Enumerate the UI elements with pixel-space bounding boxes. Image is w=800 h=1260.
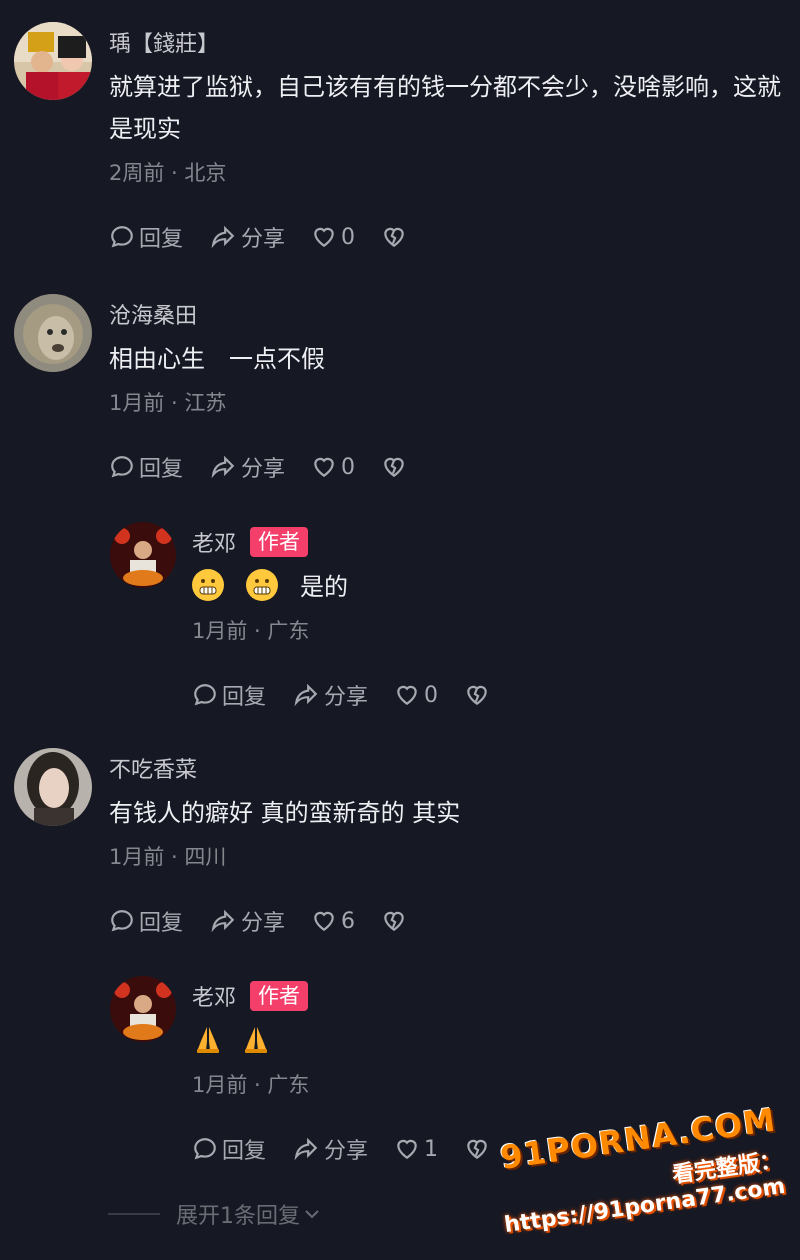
author-badge: 作者	[250, 527, 309, 557]
reply-button[interactable]: 回复	[109, 905, 183, 937]
reply-label: 回复	[139, 457, 184, 482]
share-button[interactable]: 分享	[209, 905, 285, 937]
comment-meta: 1月前 · 广东	[192, 1073, 310, 1097]
like-count: 0	[341, 224, 356, 250]
comment-bubble-icon	[194, 684, 216, 706]
expand-replies-button[interactable]: 展开1条回复	[108, 1198, 322, 1230]
comment-bubble-icon	[111, 456, 133, 478]
like-button[interactable]: 0	[311, 454, 355, 480]
like-button[interactable]: 1	[394, 1136, 438, 1162]
share-label: 分享	[324, 685, 369, 710]
heart-icon	[314, 911, 334, 931]
username[interactable]: 老邓	[192, 980, 236, 1012]
comment-actions: 回复 分享 0	[192, 678, 786, 712]
share-arrow-icon	[211, 225, 235, 249]
like-count: 0	[424, 682, 439, 708]
heart-icon	[397, 685, 417, 705]
reply-button[interactable]: 回复	[192, 679, 266, 711]
comment-text	[192, 1020, 786, 1062]
comment-bubble-icon	[111, 910, 133, 932]
share-label: 分享	[241, 911, 286, 936]
comment-meta: 2周前 · 北京	[109, 161, 227, 185]
heart-icon	[314, 227, 334, 247]
heart-icon	[397, 1139, 417, 1159]
reply-label: 回复	[139, 911, 184, 936]
divider	[108, 1213, 160, 1215]
dislike-button[interactable]	[381, 224, 411, 250]
username[interactable]: 不吃香菜	[109, 752, 197, 784]
like-button[interactable]: 0	[311, 224, 355, 250]
broken-heart-icon	[467, 685, 487, 705]
praying-hands-emoji-icon	[192, 1023, 224, 1055]
avatar[interactable]	[14, 294, 92, 372]
share-label: 分享	[324, 1139, 369, 1164]
avatar[interactable]	[14, 22, 92, 100]
share-label: 分享	[241, 457, 286, 482]
comment-actions: 回复 分享 6	[109, 904, 786, 938]
reply-button[interactable]: 回复	[109, 221, 183, 253]
comment-text: 有钱人的癖好 真的蛮新奇的 其实	[109, 799, 461, 827]
avatar[interactable]	[110, 522, 176, 588]
comment-text: 就算进了监狱，自己该有有的钱一分都不会少，没啥影响，这就是现实	[109, 73, 781, 143]
share-button[interactable]: 分享	[209, 451, 285, 483]
avatar[interactable]	[110, 976, 176, 1042]
expand-label: 展开1条回复	[176, 1204, 300, 1229]
comment-list: 瑀【錢莊】 就算进了监狱，自己该有有的钱一分都不会少，没啥影响，这就是现实 2周…	[0, 0, 800, 1260]
reply-button[interactable]: 回复	[192, 1133, 266, 1165]
comment-meta: 1月前 · 广东	[192, 619, 310, 643]
username[interactable]: 老邓	[192, 526, 236, 558]
reply-button[interactable]: 回复	[109, 451, 183, 483]
comment-text: 是的	[192, 566, 786, 608]
like-button[interactable]: 0	[394, 682, 438, 708]
comment-actions: 回复 分享 0	[109, 220, 786, 254]
avatar[interactable]	[14, 748, 92, 826]
share-label: 分享	[241, 227, 286, 252]
like-button[interactable]: 6	[311, 908, 355, 934]
like-count: 0	[341, 454, 356, 480]
reply-label: 回复	[222, 1139, 267, 1164]
dislike-button[interactable]	[381, 908, 411, 934]
comment-text-content: 是的	[300, 573, 348, 601]
chevron-down-icon	[305, 1210, 319, 1219]
comment-bubble-icon	[111, 226, 133, 248]
username[interactable]: 沧海桑田	[109, 298, 197, 330]
heart-icon	[314, 457, 334, 477]
grimacing-emoji-icon	[192, 569, 224, 601]
share-arrow-icon	[294, 1137, 318, 1161]
comment-text: 相由心生 一点不假	[109, 345, 325, 373]
praying-hands-emoji-icon	[240, 1023, 272, 1055]
broken-heart-icon	[384, 911, 404, 931]
like-count: 6	[341, 908, 356, 934]
author-badge: 作者	[250, 981, 309, 1011]
reply-label: 回复	[222, 685, 267, 710]
share-button[interactable]: 分享	[292, 679, 368, 711]
broken-heart-icon	[384, 227, 404, 247]
share-arrow-icon	[211, 455, 235, 479]
broken-heart-icon	[384, 457, 404, 477]
share-button[interactable]: 分享	[292, 1133, 368, 1165]
share-arrow-icon	[211, 909, 235, 933]
username[interactable]: 瑀【錢莊】	[109, 26, 219, 58]
comment-meta: 1月前 · 江苏	[109, 391, 227, 415]
comment-bubble-icon	[194, 1138, 216, 1160]
like-count: 1	[424, 1136, 439, 1162]
dislike-button[interactable]	[464, 682, 494, 708]
grimacing-emoji-icon	[246, 569, 278, 601]
reply-label: 回复	[139, 227, 184, 252]
comment-actions: 回复 分享 0	[109, 450, 786, 484]
dislike-button[interactable]	[381, 454, 411, 480]
share-button[interactable]: 分享	[209, 221, 285, 253]
comment-meta: 1月前 · 四川	[109, 845, 227, 869]
share-arrow-icon	[294, 683, 318, 707]
